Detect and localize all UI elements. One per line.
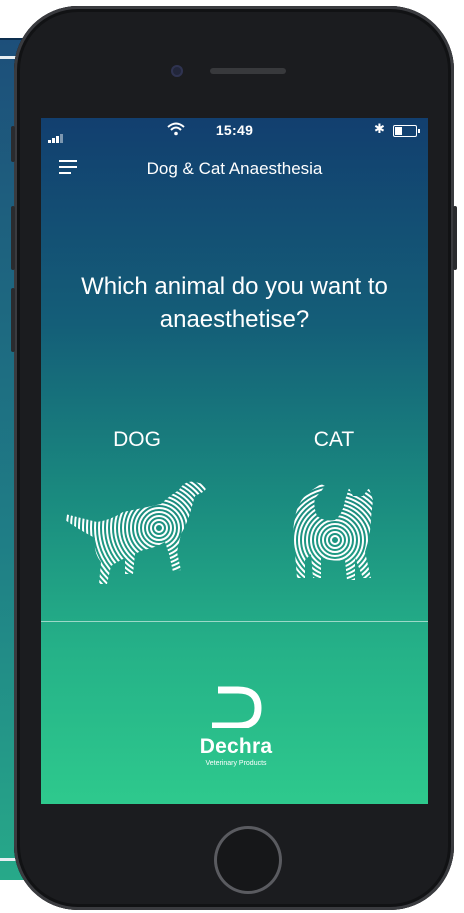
home-button[interactable] bbox=[214, 826, 282, 894]
front-camera bbox=[171, 65, 183, 77]
cat-choice[interactable]: CAT bbox=[259, 428, 409, 603]
cat-label: CAT bbox=[313, 428, 355, 451]
dechra-logo-mark bbox=[212, 686, 262, 730]
dog-label: DOG bbox=[113, 428, 161, 451]
cat-fingerprint-icon bbox=[293, 484, 373, 580]
volume-down-button bbox=[11, 288, 15, 352]
dechra-logo: Dechra Veterinary Products bbox=[181, 686, 291, 776]
mute-switch bbox=[11, 126, 15, 162]
volume-up-button bbox=[11, 206, 15, 270]
question-heading: Which animal do you want to anaesthetise… bbox=[81, 273, 388, 333]
battery-icon bbox=[393, 125, 420, 137]
nav-title: Dog & Cat Anaesthesia bbox=[146, 159, 323, 178]
dog-fingerprint-icon bbox=[65, 481, 206, 584]
status-bar: 15:49 ✱ bbox=[41, 118, 428, 143]
earpiece-speaker bbox=[210, 68, 286, 74]
power-button bbox=[453, 206, 457, 270]
app-screen: 15:49 ✱ Dog & Cat Anaesthesia Which anim… bbox=[41, 118, 428, 804]
status-time: 15:49 bbox=[215, 122, 254, 138]
dog-choice[interactable]: DOG bbox=[63, 428, 213, 603]
bluetooth-icon: ✱ bbox=[374, 121, 385, 136]
nav-bar: Dog & Cat Anaesthesia bbox=[41, 154, 428, 184]
logo-brand: Dechra bbox=[199, 735, 273, 758]
logo-tagline: Veterinary Products bbox=[205, 760, 267, 767]
section-divider bbox=[41, 621, 428, 622]
